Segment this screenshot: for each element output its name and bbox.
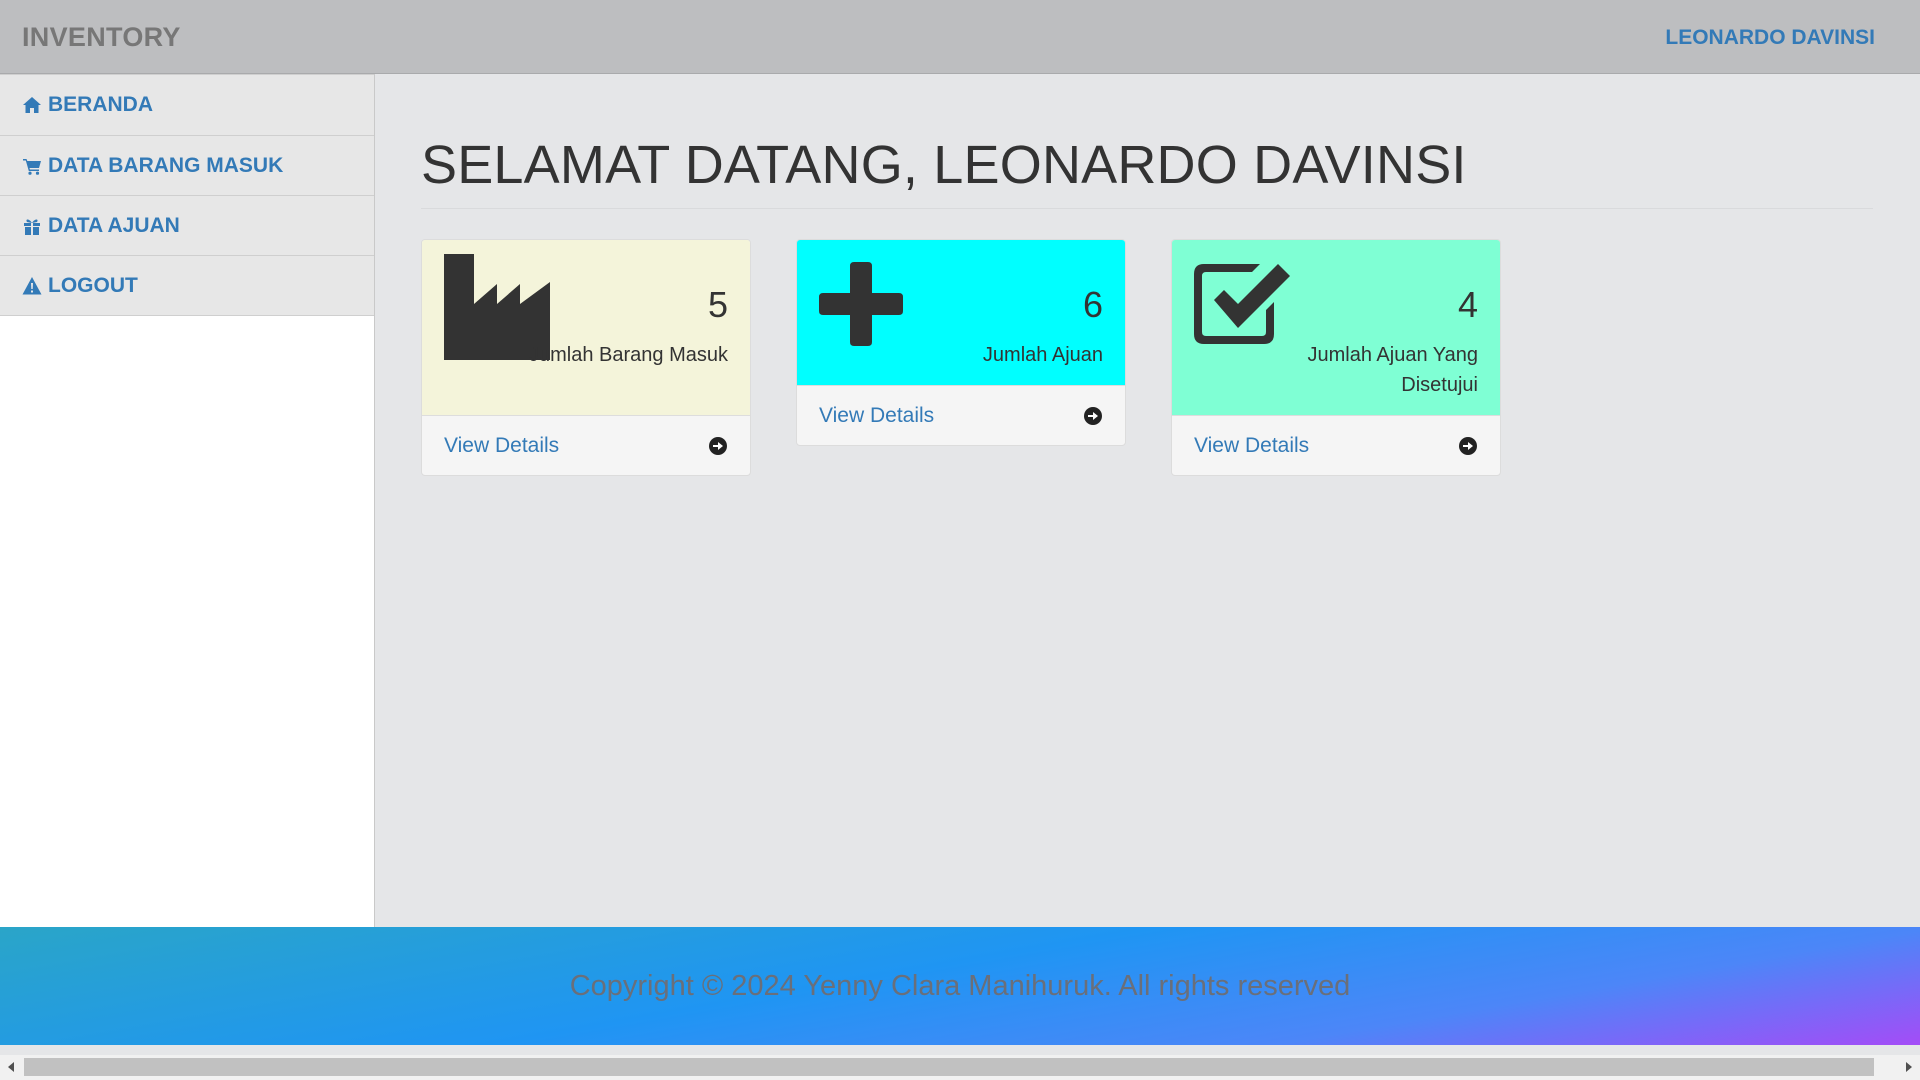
view-details-link[interactable]: View Details (797, 385, 1125, 445)
gift-icon (24, 219, 40, 235)
view-details-label: View Details (1194, 433, 1310, 457)
card-value: 5 (707, 284, 728, 325)
page-title: SELAMAT DATANG, LEONARDO DAVINSI (421, 135, 1467, 195)
title-divider (421, 208, 1873, 209)
brand-logo[interactable]: INVENTORY (22, 22, 181, 53)
top-navbar: INVENTORY LEONARDO DAVINSI (0, 0, 1920, 74)
horizontal-scrollbar[interactable] (0, 1055, 1920, 1080)
sidebar-item-beranda[interactable]: BERANDA (0, 74, 374, 136)
user-name-link[interactable]: LEONARDO DAVINSI (1665, 26, 1875, 50)
stat-card-ajuan: 6 Jumlah Ajuan View Details (796, 239, 1126, 446)
arrow-circle-right-icon (709, 436, 727, 455)
card-heading: 5 Jumlah Barang Masuk (422, 240, 750, 415)
sidebar-item-label: LOGOUT (48, 273, 138, 297)
copyright-text: Copyright © 2024 Yenny Clara Manihuruk. … (569, 969, 1351, 1002)
cart-icon (23, 158, 41, 175)
card-heading: 6 Jumlah Ajuan (797, 240, 1125, 385)
card-label: Jumlah Ajuan (982, 344, 1103, 366)
footer: Copyright © 2024 Yenny Clara Manihuruk. … (0, 927, 1920, 1045)
sidebar-item-data-barang-masuk[interactable]: DATA BARANG MASUK (0, 136, 374, 196)
sidebar: BERANDA DATA BARANG MASUK DATA AJUAN LOG… (0, 74, 375, 927)
view-details-link[interactable]: View Details (422, 415, 750, 475)
view-details-link[interactable]: View Details (1172, 415, 1500, 475)
check-square-icon (1194, 260, 1294, 346)
arrow-circle-right-icon (1459, 436, 1477, 455)
sidebar-item-label: BERANDA (48, 93, 153, 116)
card-value: 6 (1082, 284, 1103, 325)
card-value: 4 (1457, 284, 1478, 325)
home-icon (23, 97, 41, 113)
sidebar-item-label: DATA AJUAN (48, 213, 180, 237)
main-content: SELAMAT DATANG, LEONARDO DAVINSI 5 Jumla… (375, 74, 1920, 927)
arrow-circle-right-icon (1084, 406, 1102, 425)
scroll-right-arrow-icon[interactable] (1906, 1062, 1912, 1072)
sidebar-item-data-ajuan[interactable]: DATA AJUAN (0, 196, 374, 256)
sidebar-item-label: DATA BARANG MASUK (48, 153, 284, 177)
scrollbar-thumb[interactable] (24, 1058, 1874, 1076)
warning-icon (22, 276, 42, 294)
card-label: Jumlah Barang Masuk (529, 344, 728, 366)
sidebar-item-logout[interactable]: LOGOUT (0, 256, 374, 316)
stat-card-ajuan-disetujui: 4 Jumlah Ajuan Yang Disetujui View Detai… (1171, 239, 1501, 476)
view-details-label: View Details (819, 403, 935, 427)
stat-card-barang-masuk: 5 Jumlah Barang Masuk View Details (421, 239, 751, 476)
view-details-label: View Details (444, 433, 560, 457)
card-label: Jumlah Ajuan Yang Disetujui (1307, 344, 1479, 396)
plus-icon (819, 262, 903, 346)
scroll-left-arrow-icon[interactable] (8, 1062, 14, 1072)
card-heading: 4 Jumlah Ajuan Yang Disetujui (1172, 240, 1500, 415)
